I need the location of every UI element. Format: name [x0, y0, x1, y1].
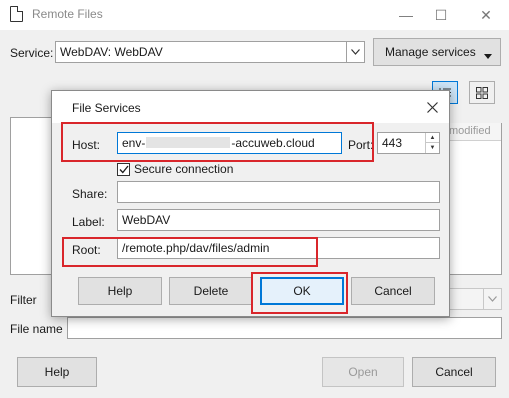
root-input[interactable]: /remote.php/dav/files/admin: [117, 237, 440, 259]
modified-column-header[interactable]: modified: [441, 123, 501, 141]
folder-tree-pane[interactable]: [10, 117, 53, 275]
service-selected-value: WebDAV: WebDAV: [60, 45, 163, 59]
dialog-close-button[interactable]: [422, 97, 442, 117]
service-select[interactable]: WebDAV: WebDAV: [55, 41, 365, 63]
filter-chevron-down-icon: [483, 289, 501, 309]
help-button[interactable]: Help: [17, 357, 97, 387]
redacted-host-part: [146, 137, 231, 148]
ok-button[interactable]: OK: [260, 277, 344, 305]
host-value-suffix: -accuweb.cloud: [231, 136, 315, 150]
port-value: 443: [382, 136, 403, 150]
service-label: Service:: [10, 46, 54, 60]
manage-services-label: Manage services: [385, 45, 476, 59]
grid-view-icon: [476, 86, 488, 99]
app-document-icon: [10, 6, 23, 22]
file-name-label: File name: [10, 322, 63, 336]
manage-services-button[interactable]: Manage services: [373, 38, 501, 66]
minimize-button[interactable]: —: [386, 0, 426, 30]
maximize-icon: ☐: [434, 6, 448, 23]
cancel-button[interactable]: Cancel: [412, 357, 496, 387]
host-label: Host:: [72, 138, 101, 152]
spin-down-icon[interactable]: ▼: [426, 143, 439, 153]
grid-view-button[interactable]: [469, 81, 495, 104]
spin-up-icon[interactable]: ▲: [426, 133, 439, 143]
close-icon: ✕: [480, 6, 492, 23]
filter-label: Filter: [10, 293, 37, 307]
secure-connection-label: Secure connection: [134, 162, 234, 176]
close-window-button[interactable]: ✕: [466, 0, 506, 30]
port-spinner[interactable]: ▲ ▼: [425, 133, 439, 153]
label-input[interactable]: WebDAV: [117, 209, 440, 231]
share-label: Share:: [72, 187, 108, 201]
close-icon: [426, 101, 438, 113]
host-input[interactable]: env- -accuweb.cloud: [117, 132, 342, 154]
port-input[interactable]: 443 ▲ ▼: [377, 132, 440, 154]
maximize-button[interactable]: ☐: [421, 0, 461, 30]
dialog-cancel-button[interactable]: Cancel: [351, 277, 435, 305]
window-title: Remote Files: [32, 7, 103, 21]
open-button[interactable]: Open: [322, 357, 404, 387]
file-services-dialog: File Services Host: env- -accuweb.cloud P…: [51, 90, 450, 317]
checkmark-icon: [119, 165, 129, 174]
file-name-input[interactable]: [67, 317, 502, 339]
dropdown-arrow-icon: [484, 48, 492, 62]
chevron-down-icon: [346, 42, 364, 62]
minimize-icon: —: [399, 7, 413, 23]
host-value-prefix: env-: [122, 136, 146, 150]
dialog-help-button[interactable]: Help: [78, 277, 162, 305]
dialog-title: File Services: [72, 101, 141, 115]
port-label: Port:: [348, 138, 374, 152]
secure-connection-checkbox[interactable]: [117, 163, 130, 176]
share-input[interactable]: [117, 181, 440, 203]
root-label: Root:: [72, 243, 101, 257]
label-field-label: Label:: [72, 215, 105, 229]
delete-button[interactable]: Delete: [169, 277, 253, 305]
